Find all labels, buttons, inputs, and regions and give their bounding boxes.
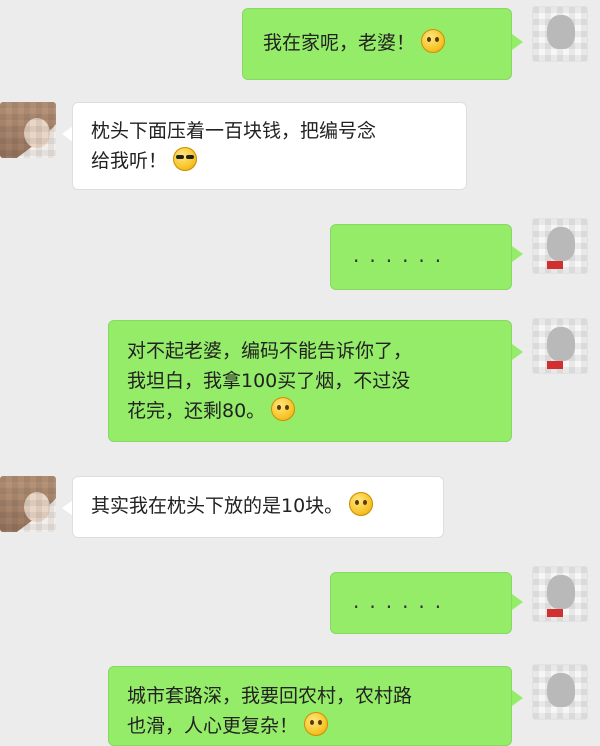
message-bubble[interactable]: ...... — [330, 572, 512, 634]
message-bubble[interactable]: 其实我在枕头下放的是10块。 — [72, 476, 444, 538]
avatar-face — [547, 673, 575, 707]
avatar-red-mark — [547, 609, 563, 617]
nervous-emoji-icon — [271, 397, 296, 421]
message-text: 我在家呢，老婆！ — [263, 32, 416, 54]
message-text-line: 花完，还剩80。 — [127, 400, 266, 422]
smile-emoji-icon — [421, 29, 446, 53]
avatar[interactable] — [532, 6, 588, 62]
avatar-red-mark — [547, 261, 563, 269]
avatar[interactable] — [0, 102, 56, 158]
message-bubble[interactable]: 城市套路深，我要回农村，农村路 也滑，人心更复杂！ — [108, 666, 512, 746]
avatar[interactable] — [532, 566, 588, 622]
avatar-red-mark — [547, 361, 563, 369]
bubble-tail — [512, 34, 523, 50]
avatar[interactable] — [532, 318, 588, 374]
message-text-line: 枕头下面压着一百块钱，把编号念 — [91, 120, 377, 142]
avatar[interactable] — [532, 664, 588, 720]
sunglasses-emoji-icon — [173, 147, 198, 171]
bubble-tail — [512, 594, 523, 610]
message-text: 其实我在枕头下放的是10块。 — [91, 495, 344, 517]
bubble-tail — [512, 344, 523, 360]
tongue-emoji-icon — [349, 492, 374, 516]
avatar-face — [547, 227, 575, 261]
message-text: ...... — [353, 243, 452, 267]
message-text-line: 对不起老婆，编码不能告诉你了， — [127, 340, 413, 362]
avatar-face — [547, 15, 575, 49]
pixelation — [0, 476, 56, 532]
pixelation — [0, 102, 56, 158]
message-bubble[interactable]: ...... — [330, 224, 512, 290]
bubble-tail — [512, 246, 523, 262]
message-text-line: 给我听！ — [91, 150, 168, 172]
smirk-emoji-icon — [304, 712, 329, 736]
message-bubble[interactable]: 对不起老婆，编码不能告诉你了， 我坦白，我拿100买了烟，不过没 花完，还剩80… — [108, 320, 512, 442]
message-bubble[interactable]: 我在家呢，老婆！ — [242, 8, 512, 80]
message-text: ...... — [353, 589, 452, 613]
avatar-face — [547, 327, 575, 361]
message-text-line: 也滑，人心更复杂！ — [127, 715, 299, 737]
avatar[interactable] — [532, 218, 588, 274]
message-text-line: 我坦白，我拿100买了烟，不过没 — [127, 370, 411, 392]
avatar-face — [547, 575, 575, 609]
message-text-line: 城市套路深，我要回农村，农村路 — [127, 685, 413, 707]
avatar[interactable] — [0, 476, 56, 532]
message-bubble[interactable]: 枕头下面压着一百块钱，把编号念 给我听！ — [72, 102, 467, 190]
bubble-tail — [512, 690, 523, 706]
